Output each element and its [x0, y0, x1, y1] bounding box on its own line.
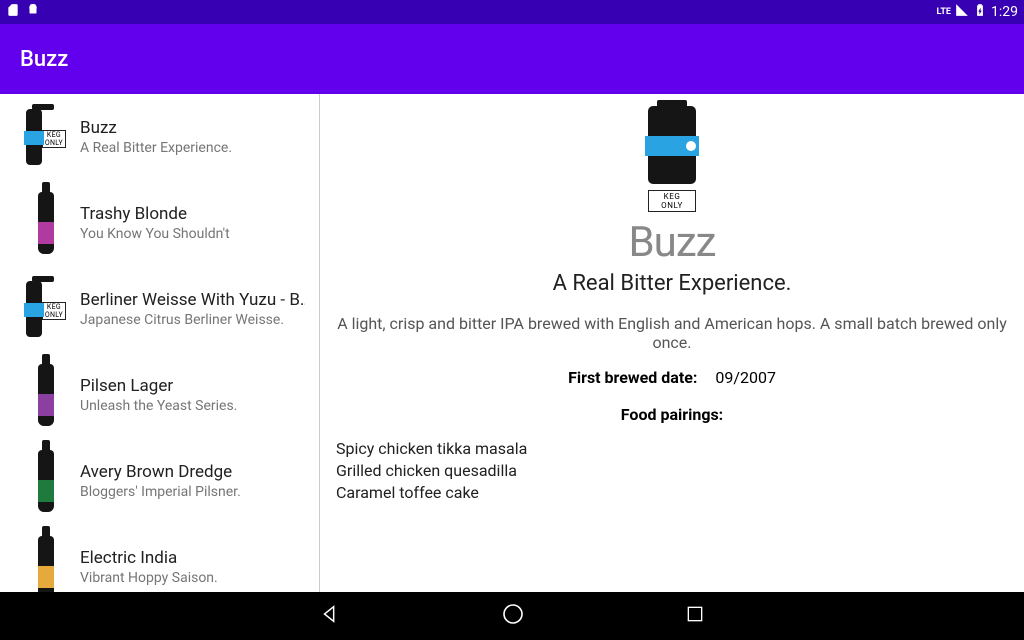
lte-label: LTE	[936, 7, 951, 17]
detail-image: KEG ONLY	[642, 106, 702, 212]
item-title: Avery Brown Dredge	[80, 462, 305, 482]
item-tagline: Vibrant Hoppy Saison.	[80, 570, 305, 586]
item-title: Buzz	[80, 118, 305, 138]
battery-charging-icon	[973, 3, 987, 21]
page-title: Buzz	[20, 47, 68, 72]
app-bar: Buzz	[0, 24, 1024, 94]
item-tagline: You Know You Shouldn't	[80, 226, 305, 242]
list-item[interactable]: Electric India Vibrant Hoppy Saison.	[0, 524, 319, 592]
pairing-item: Spicy chicken tikka masala	[336, 438, 1016, 460]
detail-description: A light, crisp and bitter IPA brewed wit…	[328, 314, 1016, 352]
status-bar: LTE 1:29	[0, 0, 1024, 24]
list-item[interactable]: KEG ONLY Buzz A Real Bitter Experience.	[0, 94, 319, 180]
list-item[interactable]: KEG ONLY Berliner Weisse With Yuzu - B… Ja…	[0, 266, 319, 352]
item-title: Berliner Weisse With Yuzu - B…	[80, 290, 305, 310]
keg-only-badge: KEG ONLY	[42, 130, 66, 148]
list-item[interactable]: Trashy Blonde You Know You Shouldn't	[0, 180, 319, 266]
beer-thumb	[26, 532, 66, 592]
first-brewed-row: First brewed date: 09/2007	[328, 368, 1016, 387]
beer-thumb	[26, 188, 66, 258]
item-tagline: A Real Bitter Experience.	[80, 140, 305, 156]
detail-title: Buzz	[328, 218, 1016, 267]
pairing-item: Caramel toffee cake	[336, 482, 1016, 504]
list-item[interactable]: Avery Brown Dredge Bloggers' Imperial Pil…	[0, 438, 319, 524]
signal-icon	[955, 3, 969, 21]
android-nav-bar	[0, 592, 1024, 640]
item-title: Electric India	[80, 548, 305, 568]
detail-tagline: A Real Bitter Experience.	[328, 271, 1016, 296]
first-brewed-value: 09/2007	[715, 368, 776, 387]
beer-list[interactable]: KEG ONLY Buzz A Real Bitter Experience. Tra…	[0, 94, 320, 592]
keg-only-badge: KEG ONLY	[42, 302, 66, 320]
home-button[interactable]	[501, 602, 525, 630]
sd-card-icon	[6, 3, 20, 21]
item-title: Pilsen Lager	[80, 376, 305, 396]
content-pane: KEG ONLY Buzz A Real Bitter Experience. Tra…	[0, 94, 1024, 592]
android-icon	[26, 3, 40, 21]
pairings-label: Food pairings:	[328, 405, 1016, 424]
list-item[interactable]: Pilsen Lager Unleash the Yeast Series.	[0, 352, 319, 438]
pairing-item: Grilled chicken quesadilla	[336, 460, 1016, 482]
beer-thumb	[26, 360, 66, 430]
beer-thumb: KEG ONLY	[26, 102, 66, 172]
status-clock: 1:29	[991, 4, 1018, 20]
item-tagline: Japanese Citrus Berliner Weisse.	[80, 312, 305, 328]
item-title: Trashy Blonde	[80, 204, 305, 224]
item-tagline: Bloggers' Imperial Pilsner.	[80, 484, 305, 500]
recents-button[interactable]	[685, 604, 705, 628]
first-brewed-label: First brewed date:	[568, 368, 697, 387]
back-button[interactable]	[319, 603, 341, 629]
item-tagline: Unleash the Yeast Series.	[80, 398, 305, 414]
beer-thumb	[26, 446, 66, 516]
beer-thumb: KEG ONLY	[26, 274, 66, 344]
pairings-list: Spicy chicken tikka masalaGrilled chicke…	[328, 438, 1016, 504]
keg-only-badge: KEG ONLY	[648, 190, 696, 212]
beer-detail: KEG ONLY Buzz A Real Bitter Experience. …	[320, 94, 1024, 592]
